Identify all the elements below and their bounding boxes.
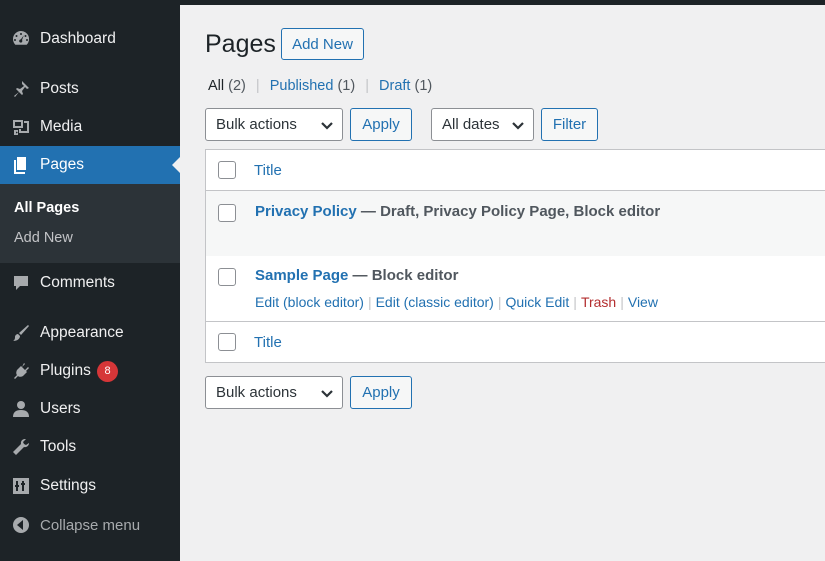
title-column-footer[interactable]: Title (254, 334, 282, 351)
row-checkbox[interactable] (218, 268, 236, 286)
sidebar-item-tools[interactable]: Tools (0, 428, 180, 466)
action-separator: | (573, 294, 577, 310)
main-content: Pages Add New All (2) | Published (1) | … (180, 5, 825, 561)
bulk-actions-value: Bulk actions (216, 116, 297, 133)
sidebar-item-pages[interactable]: Pages (0, 146, 180, 184)
admin-sidebar: Dashboard Posts Media Pages All Pages Ad… (0, 0, 180, 561)
edit-block-editor-link[interactable]: Edit (block editor) (255, 294, 364, 310)
sidebar-item-label: Dashboard (40, 30, 116, 47)
bulk-actions-select-bottom[interactable]: Bulk actions (205, 376, 343, 409)
user-icon (10, 398, 32, 420)
post-state: — Block editor (348, 267, 459, 284)
page-title-link[interactable]: Sample Page (255, 267, 348, 284)
sidebar-item-label: Pages (40, 156, 84, 173)
collapse-icon (10, 514, 32, 536)
media-icon (10, 116, 32, 138)
comment-icon (10, 272, 32, 294)
edit-classic-editor-link[interactable]: Edit (classic editor) (376, 294, 494, 310)
pages-icon (10, 154, 32, 176)
sidebar-item-label: Plugins (40, 362, 91, 379)
sidebar-item-label: Posts (40, 80, 79, 97)
table-footer-row: Title (206, 322, 825, 362)
row-actions: Edit (block editor) | Edit (classic editor… (255, 294, 658, 310)
dashboard-icon (10, 28, 32, 50)
action-separator: | (367, 294, 372, 310)
sidebar-item-settings[interactable]: Settings (0, 467, 180, 505)
trash-link[interactable]: Trash (581, 294, 616, 310)
select-all-checkbox[interactable] (218, 161, 236, 179)
date-filter-select[interactable]: All dates (431, 108, 534, 141)
row-title: Sample Page — Block editor (255, 267, 458, 284)
row-title: Privacy Policy — Draft, Privacy Policy P… (255, 203, 660, 220)
sidebar-item-label: Users (40, 400, 81, 417)
table-row: Sample Page — Block editor Edit (block e… (206, 256, 825, 321)
quick-edit-link[interactable]: Quick Edit (505, 294, 569, 310)
row-checkbox[interactable] (218, 204, 236, 222)
sidebar-item-appearance[interactable]: Appearance (0, 314, 180, 352)
view-filters: All (2) | Published (1) | Draft (1) (208, 78, 432, 94)
page-title: Pages (205, 30, 276, 58)
submenu-item-all-pages[interactable]: All Pages (14, 200, 79, 216)
table-header-row: Title (206, 150, 825, 190)
sidebar-item-media[interactable]: Media (0, 108, 180, 146)
view-draft-count: (1) (414, 78, 433, 94)
chevron-down-icon (320, 118, 334, 132)
sidebar-item-label: Settings (40, 477, 97, 494)
action-separator: | (620, 294, 624, 310)
bulk-actions-value: Bulk actions (216, 384, 297, 401)
view-all-link[interactable]: All (208, 78, 224, 94)
collapse-menu-button[interactable]: Collapse menu (0, 506, 180, 544)
view-separator: | (365, 78, 369, 94)
view-separator: | (255, 78, 260, 94)
sidebar-item-comments[interactable]: Comments (0, 264, 180, 302)
sidebar-item-users[interactable]: Users (0, 390, 180, 428)
pin-icon (10, 78, 32, 100)
pages-submenu: All Pages Add New (0, 184, 180, 263)
view-draft-link[interactable]: Draft (379, 78, 410, 94)
table-row: Privacy Policy — Draft, Privacy Policy P… (206, 191, 825, 256)
chevron-down-icon (511, 118, 525, 132)
action-separator: | (497, 294, 502, 310)
filter-button[interactable]: Filter (541, 108, 598, 141)
chevron-down-icon (320, 386, 334, 400)
bulk-actions-select-top[interactable]: Bulk actions (205, 108, 343, 141)
submenu-item-add-new[interactable]: Add New (14, 230, 73, 246)
brush-icon (10, 322, 32, 344)
date-filter-value: All dates (442, 116, 500, 133)
sidebar-item-plugins[interactable]: Plugins 8 (0, 352, 180, 390)
plugins-update-badge: 8 (97, 360, 118, 382)
sidebar-item-label: Appearance (40, 324, 124, 341)
post-state: — Draft, Privacy Policy Page, Block edit… (356, 203, 661, 220)
view-published-link[interactable]: Published (270, 78, 334, 94)
wrench-icon (10, 436, 32, 458)
view-all-count: (2) (228, 78, 246, 94)
apply-button-top[interactable]: Apply (350, 108, 412, 141)
sidebar-item-posts[interactable]: Posts (0, 70, 180, 108)
apply-button-bottom[interactable]: Apply (350, 376, 412, 409)
view-link[interactable]: View (628, 294, 658, 310)
plug-icon (10, 360, 32, 382)
title-column-header[interactable]: Title (254, 162, 282, 179)
view-published-count: (1) (337, 78, 356, 94)
page-title-link[interactable]: Privacy Policy (255, 203, 357, 220)
select-all-checkbox-footer[interactable] (218, 333, 236, 351)
sliders-icon (10, 475, 32, 497)
sidebar-item-label: Media (40, 118, 83, 135)
sidebar-item-label: Tools (40, 438, 77, 455)
add-new-page-button[interactable]: Add New (281, 28, 364, 60)
sidebar-item-label: Comments (40, 274, 115, 291)
pages-table: Title Privacy Policy — Draft, Privacy Po… (205, 149, 825, 363)
sidebar-item-label: Collapse menu (40, 516, 141, 534)
sidebar-item-dashboard[interactable]: Dashboard (0, 20, 180, 58)
